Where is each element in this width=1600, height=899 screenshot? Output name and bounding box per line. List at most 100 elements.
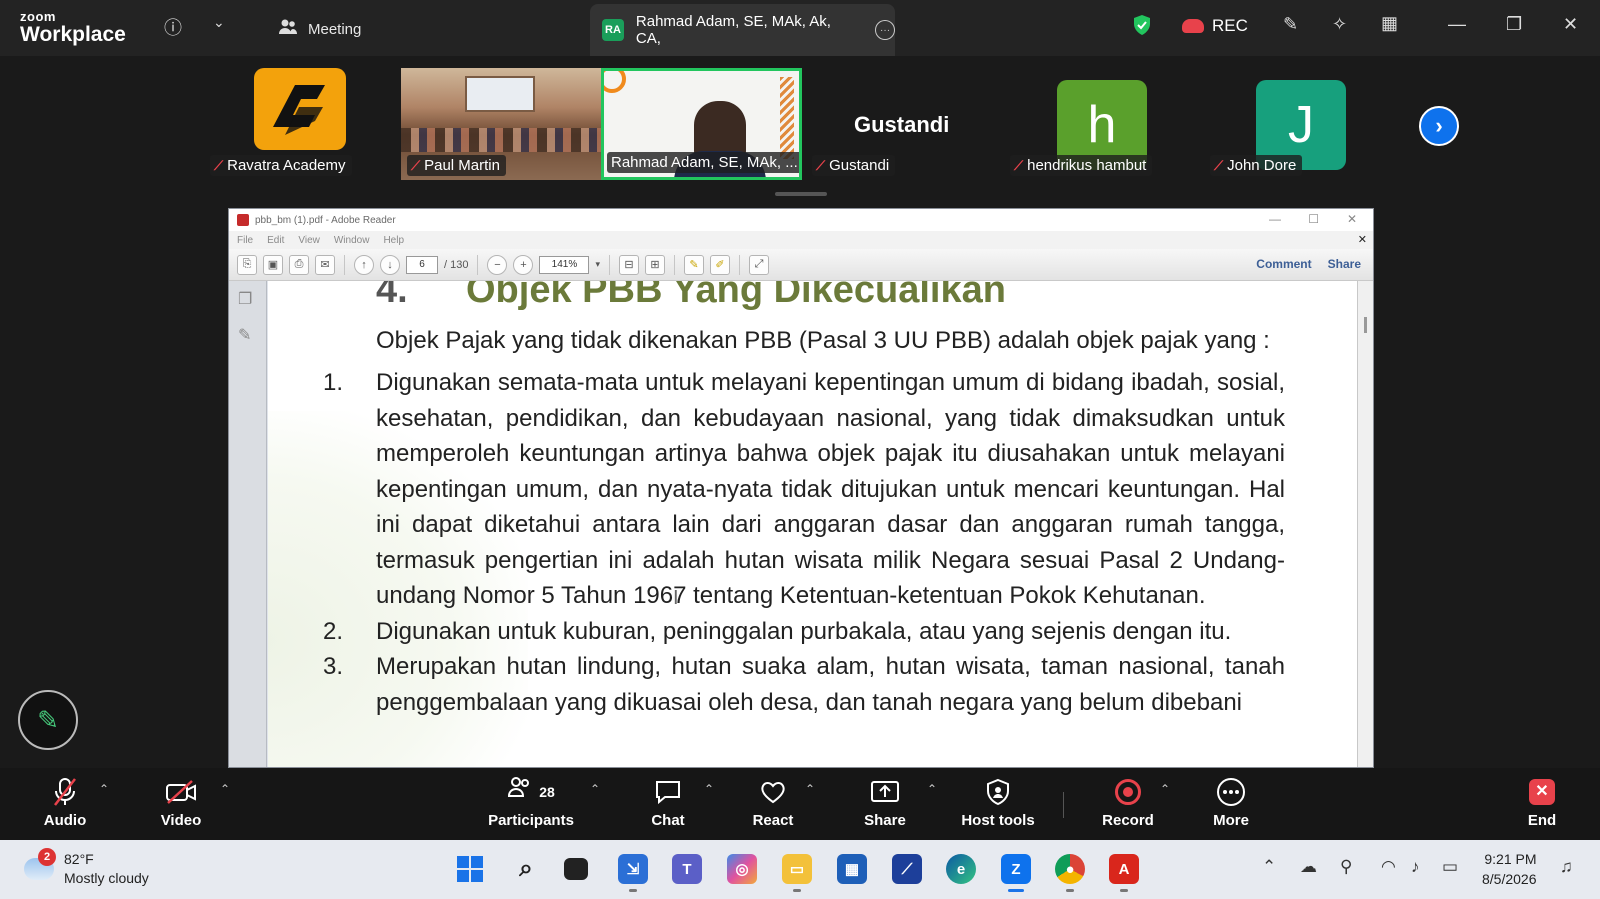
prev-page-icon[interactable]: ↑	[354, 254, 374, 275]
security-shield-icon[interactable]	[1132, 14, 1152, 41]
video-options-caret-icon[interactable]: ⌃	[220, 782, 230, 796]
volume-icon[interactable]: ♪	[1411, 857, 1420, 877]
participant-tile-paul-martin[interactable]: ⟋ Paul Martin	[401, 68, 601, 180]
chat-caret-icon[interactable]: ⌃	[704, 782, 714, 796]
record-caret-icon[interactable]: ⌃	[1160, 782, 1170, 796]
gallery-resize-handle[interactable]	[775, 192, 827, 196]
controls-separator	[1063, 792, 1064, 818]
onedrive-cloud-icon[interactable]: ☁	[1300, 857, 1317, 877]
next-page-icon[interactable]: ↓	[380, 254, 400, 275]
share-link[interactable]: Share	[1328, 257, 1361, 271]
end-label: End	[1527, 812, 1557, 829]
chrome-browser-icon[interactable]: ●	[1055, 854, 1085, 892]
mic-muted-icon: ⟋	[1014, 157, 1024, 173]
end-meeting-button[interactable]: ✕ End	[1524, 776, 1560, 829]
pen-sparkle-icon[interactable]: ✎	[1283, 14, 1298, 35]
section-title: Objek PBB Yang Dikecualikan	[466, 281, 1006, 311]
menu-view[interactable]: View	[298, 235, 320, 246]
editor-app-icon[interactable]: ⟋	[892, 854, 922, 884]
react-button[interactable]: React	[748, 776, 798, 829]
email-icon[interactable]: ✉	[315, 254, 335, 275]
more-options-icon[interactable]: ···	[875, 20, 895, 40]
next-page-button[interactable]: ›	[1419, 106, 1459, 146]
record-button[interactable]: Record	[1102, 776, 1154, 829]
zoom-in-icon[interactable]: +	[513, 254, 534, 275]
close-icon[interactable]: ✕	[1563, 14, 1578, 35]
zoom-dropdown-icon[interactable]: ▾	[595, 259, 600, 270]
zoom-level-select[interactable]: 141%	[539, 255, 590, 274]
annotate-pen-button[interactable]: ✎	[18, 690, 78, 750]
page-number-input[interactable]: 6	[406, 255, 438, 274]
meeting-menu[interactable]: Meeting	[278, 18, 361, 40]
cloud-recording-indicator[interactable]: REC	[1182, 16, 1248, 36]
participant-tile-rahmad-adam[interactable]: Rahmad Adam, SE, MAk, ...	[601, 68, 802, 180]
location-icon[interactable]: ⚲	[1340, 857, 1352, 877]
pdf-scrollbar[interactable]	[1357, 281, 1373, 767]
more-button[interactable]: More	[1208, 776, 1254, 829]
file-explorer-icon[interactable]: ▭	[782, 854, 812, 892]
fit-page-icon[interactable]: ⊟	[619, 254, 639, 275]
save-icon[interactable]: ▣	[263, 254, 283, 275]
minimize-icon[interactable]: —	[1448, 14, 1466, 35]
restore-icon[interactable]: ❐	[1506, 14, 1522, 35]
doc-close-icon[interactable]: ✕	[1358, 233, 1367, 246]
share-button[interactable]: Share	[860, 776, 910, 829]
teams-icon[interactable]: T	[672, 854, 702, 884]
menu-window[interactable]: Window	[334, 235, 370, 246]
comment-link[interactable]: Comment	[1256, 257, 1311, 271]
audio-button[interactable]: Audio	[42, 776, 88, 829]
zoom-app-icon[interactable]: Z	[1001, 854, 1031, 892]
edge-browser-icon[interactable]: e	[946, 854, 976, 884]
active-speaker-tab[interactable]: RA Rahmad Adam, SE, MAk, Ak, CA, ···	[590, 4, 895, 56]
react-label: React	[752, 812, 794, 829]
react-caret-icon[interactable]: ⌃	[805, 782, 815, 796]
weather-widget[interactable]: 2 82°F Mostly cloudy	[24, 848, 149, 888]
battery-icon[interactable]: ▭	[1442, 857, 1458, 877]
chat-button[interactable]: Chat	[643, 776, 693, 829]
windows-start-icon[interactable]	[455, 854, 485, 884]
system-clock[interactable]: 9:21 PM 8/5/2026	[1482, 849, 1537, 889]
chevron-down-icon[interactable]: ⌄	[213, 14, 225, 31]
video-button[interactable]: Video	[156, 776, 206, 829]
adobe-title-bar: pbb_bm (1).pdf - Adobe Reader — ☐ ✕	[229, 209, 1373, 231]
wifi-icon[interactable]: ◠	[1381, 857, 1396, 877]
section-number: 4.	[376, 281, 408, 311]
attachments-paperclip-icon[interactable]: ✎	[238, 325, 251, 345]
fit-width-icon[interactable]: ⊞	[645, 254, 665, 275]
share-caret-icon[interactable]: ⌃	[927, 782, 937, 796]
create-pdf-icon[interactable]: ⎘	[237, 254, 257, 275]
host-tools-button[interactable]: Host tools	[958, 776, 1038, 829]
participant-tile-john-dore[interactable]: J ⟋ John Dore	[1204, 68, 1354, 180]
menu-file[interactable]: File	[237, 235, 253, 246]
scrollbar-thumb[interactable]	[1364, 317, 1367, 333]
comment-bubble-icon[interactable]: ✎	[684, 254, 704, 275]
print-icon[interactable]: ⎙	[289, 254, 309, 275]
adobe-minimize-icon[interactable]: —	[1269, 212, 1281, 226]
page-thumbnails-icon[interactable]: ❐	[238, 289, 252, 309]
snipping-app-icon[interactable]: ⇲	[618, 854, 648, 892]
task-view-icon[interactable]	[564, 858, 588, 880]
cloud-weather-icon: 2	[24, 848, 56, 880]
participant-tile-ravatra[interactable]: ⟋ Ravatra Academy	[204, 68, 364, 180]
participants-caret-icon[interactable]: ⌃	[590, 782, 600, 796]
full-screen-icon[interactable]: ⤢	[749, 254, 769, 275]
menu-edit[interactable]: Edit	[267, 235, 284, 246]
zoom-out-icon[interactable]: −	[487, 254, 508, 275]
participants-button[interactable]: 28 Participants	[486, 776, 576, 829]
adobe-close-icon[interactable]: ✕	[1347, 212, 1357, 226]
copilot-icon[interactable]: ◎	[727, 854, 757, 884]
participant-tile-hendrikus-hambut[interactable]: h ⟋ hendrikus hambut	[1004, 68, 1174, 180]
microsoft-store-icon[interactable]: ▦	[837, 854, 867, 884]
show-hidden-icons-icon[interactable]: ⌃	[1262, 857, 1276, 877]
info-icon[interactable]: ⓘ	[164, 14, 182, 40]
notifications-bell-icon[interactable]: ♫	[1560, 857, 1573, 877]
audio-options-caret-icon[interactable]: ⌃	[99, 782, 109, 796]
apps-grid-icon[interactable]: ▦	[1381, 13, 1398, 34]
menu-help[interactable]: Help	[383, 235, 404, 246]
search-icon[interactable]: ⌕	[511, 854, 541, 884]
adobe-maximize-icon[interactable]: ☐	[1308, 212, 1319, 226]
ai-companion-icon[interactable]: ✧	[1332, 14, 1347, 35]
participant-tile-gustandi[interactable]: Gustandi ⟋ Gustandi	[806, 68, 996, 180]
adobe-reader-icon[interactable]: A	[1109, 854, 1139, 892]
highlight-icon[interactable]: ✐	[710, 254, 730, 275]
